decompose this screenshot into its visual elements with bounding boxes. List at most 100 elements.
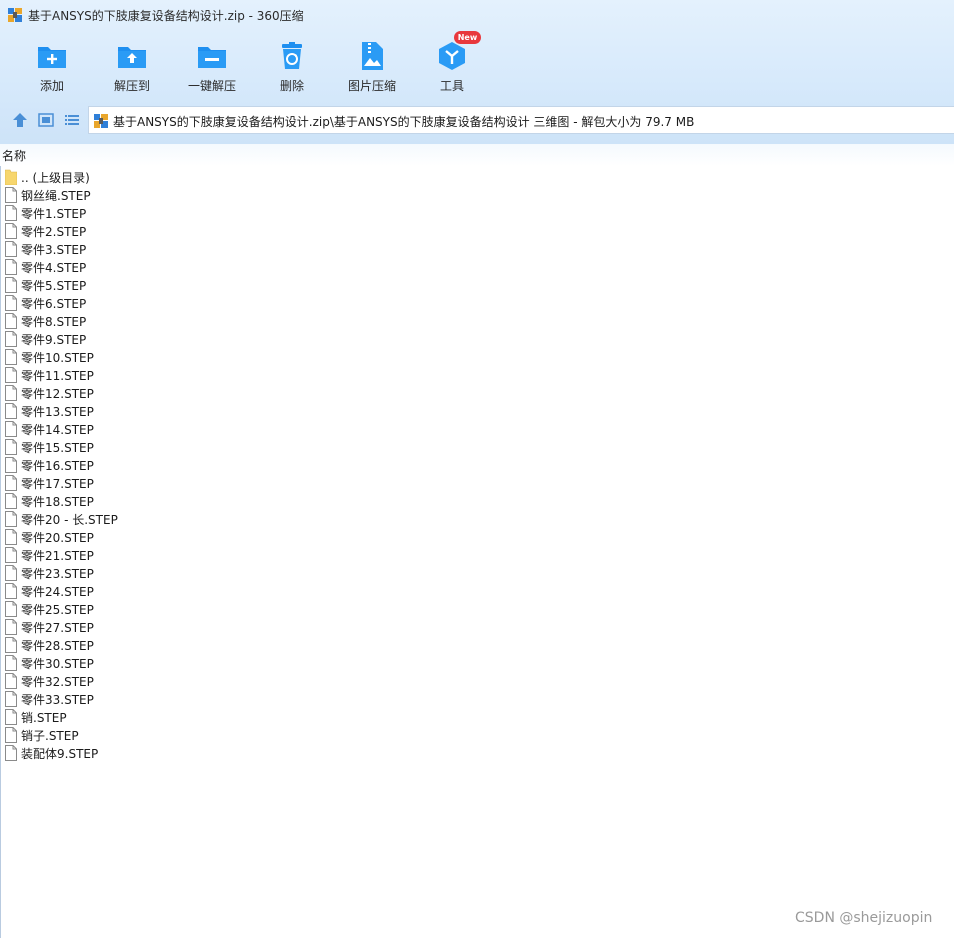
file-name: 销.STEP	[21, 711, 67, 725]
file-row[interactable]: 零件30.STEP	[0, 654, 954, 672]
file-name: 零件14.STEP	[21, 423, 94, 437]
add-button[interactable]: 添加	[12, 36, 92, 98]
file-row[interactable]: 零件12.STEP	[0, 384, 954, 402]
file-row[interactable]: 零件33.STEP	[0, 690, 954, 708]
file-name: 零件2.STEP	[21, 225, 87, 239]
one-click-extract-button[interactable]: 一键解压	[172, 36, 252, 98]
image-compress-button[interactable]: 图片压缩	[332, 36, 412, 98]
file-icon	[5, 277, 17, 293]
file-row[interactable]: 零件4.STEP	[0, 258, 954, 276]
file-name: 零件33.STEP	[21, 693, 94, 707]
top-panel: 基于ANSYS的下肢康复设备结构设计.zip - 360压缩 添加 解压到 一键…	[0, 0, 954, 144]
image-compress-icon	[362, 42, 383, 70]
file-row[interactable]: 销子.STEP	[0, 726, 954, 744]
tools-button[interactable]: 工具	[412, 36, 492, 98]
file-icon	[5, 403, 17, 419]
file-row[interactable]: 装配体9.STEP	[0, 744, 954, 762]
list-view-icon[interactable]	[64, 112, 80, 128]
file-row[interactable]: 零件1.STEP	[0, 204, 954, 222]
file-icon	[5, 493, 17, 509]
file-name: 零件24.STEP	[21, 585, 94, 599]
extract-folder-icon	[118, 47, 146, 68]
file-row[interactable]: 零件24.STEP	[0, 582, 954, 600]
file-row[interactable]: 零件16.STEP	[0, 456, 954, 474]
file-name: 零件11.STEP	[21, 369, 94, 383]
file-row[interactable]: 零件13.STEP	[0, 402, 954, 420]
add-label: 添加	[39, 79, 64, 93]
file-name: 零件9.STEP	[21, 333, 87, 347]
file-name: 装配体9.STEP	[21, 747, 99, 761]
file-icon	[5, 691, 17, 707]
file-name: 零件15.STEP	[21, 441, 94, 455]
add-folder-icon	[38, 47, 66, 68]
file-icon	[5, 331, 17, 347]
file-name: 零件12.STEP	[21, 387, 94, 401]
column-header-name[interactable]: 名称	[0, 144, 954, 166]
up-arrow-icon[interactable]	[12, 112, 28, 128]
file-icon	[5, 619, 17, 635]
file-name: 零件30.STEP	[21, 657, 94, 671]
address-row: 基于ANSYS的下肢康复设备结构设计.zip\基于ANSYS的下肢康复设备结构设…	[0, 104, 954, 136]
file-row[interactable]: 零件20.STEP	[0, 528, 954, 546]
file-icon	[5, 601, 17, 617]
file-row[interactable]: 零件14.STEP	[0, 420, 954, 438]
file-row[interactable]: 零件8.STEP	[0, 312, 954, 330]
address-path: 基于ANSYS的下肢康复设备结构设计.zip\基于ANSYS的下肢康复设备结构设…	[113, 115, 695, 129]
file-name: 零件21.STEP	[21, 549, 94, 563]
extract-to-button[interactable]: 解压到	[92, 36, 172, 98]
file-icon	[5, 565, 17, 581]
file-row[interactable]: 零件21.STEP	[0, 546, 954, 564]
file-row[interactable]: 销.STEP	[0, 708, 954, 726]
file-icon	[5, 457, 17, 473]
file-row[interactable]: 零件17.STEP	[0, 474, 954, 492]
file-name: 零件28.STEP	[21, 639, 94, 653]
parent-directory-label: .. (上级目录)	[21, 171, 90, 185]
file-icon	[5, 475, 17, 491]
archive-app-icon	[8, 8, 22, 22]
file-row[interactable]: 零件11.STEP	[0, 366, 954, 384]
file-row[interactable]: 零件28.STEP	[0, 636, 954, 654]
file-icon	[5, 187, 17, 203]
file-name: 零件10.STEP	[21, 351, 94, 365]
file-name: 零件20 - 长.STEP	[21, 513, 118, 527]
file-name: 零件20.STEP	[21, 531, 94, 545]
file-icon	[5, 637, 17, 653]
file-row[interactable]: 零件6.STEP	[0, 294, 954, 312]
file-icon	[5, 367, 17, 383]
file-name: 零件18.STEP	[21, 495, 94, 509]
file-icon	[5, 709, 17, 725]
new-badge: New	[454, 31, 481, 44]
file-icon	[5, 529, 17, 545]
title-bar: 基于ANSYS的下肢康复设备结构设计.zip - 360压缩	[0, 0, 954, 30]
file-row[interactable]: 零件3.STEP	[0, 240, 954, 258]
file-row[interactable]: 零件23.STEP	[0, 564, 954, 582]
file-row[interactable]: 零件2.STEP	[0, 222, 954, 240]
file-row[interactable]: 零件18.STEP	[0, 492, 954, 510]
file-row[interactable]: 零件32.STEP	[0, 672, 954, 690]
delete-button[interactable]: 删除	[252, 36, 332, 98]
archive-icon	[94, 114, 108, 128]
thumbnail-view-icon[interactable]	[38, 112, 54, 128]
recycle-bin-icon	[282, 42, 302, 69]
address-bar[interactable]: 基于ANSYS的下肢康复设备结构设计.zip\基于ANSYS的下肢康复设备结构设…	[88, 106, 954, 134]
one-click-extract-icon	[198, 47, 226, 68]
tools-label: 工具	[439, 79, 464, 93]
delete-label: 删除	[279, 79, 304, 93]
folder-icon	[5, 169, 17, 185]
window-title: 基于ANSYS的下肢康复设备结构设计.zip - 360压缩	[28, 9, 304, 23]
file-row[interactable]: 零件9.STEP	[0, 330, 954, 348]
file-row[interactable]: 零件20 - 长.STEP	[0, 510, 954, 528]
file-row[interactable]: 零件15.STEP	[0, 438, 954, 456]
file-icon	[5, 295, 17, 311]
file-row[interactable]: 零件25.STEP	[0, 600, 954, 618]
one-click-extract-label: 一键解压	[187, 79, 236, 93]
file-icon	[5, 313, 17, 329]
file-row[interactable]: 钢丝绳.STEP	[0, 186, 954, 204]
file-name: 零件17.STEP	[21, 477, 94, 491]
file-icon	[5, 745, 17, 761]
file-row[interactable]: 零件27.STEP	[0, 618, 954, 636]
file-icon	[5, 583, 17, 599]
parent-directory-row[interactable]: .. (上级目录)	[0, 168, 954, 186]
file-row[interactable]: 零件10.STEP	[0, 348, 954, 366]
file-row[interactable]: 零件5.STEP	[0, 276, 954, 294]
